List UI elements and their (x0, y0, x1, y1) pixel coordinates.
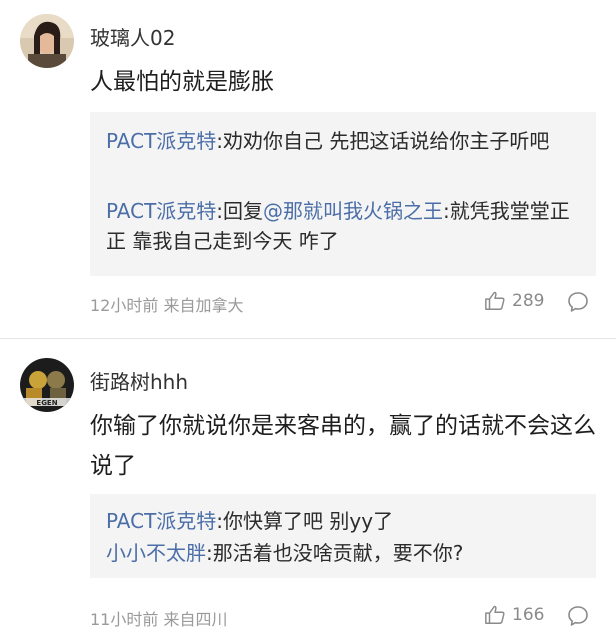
comment-time: 12小时前 (90, 296, 159, 315)
reply-separator: : (206, 541, 213, 565)
avatar[interactable] (20, 14, 74, 68)
speech-bubble-icon (568, 606, 588, 626)
avatar[interactable]: EGEN (20, 358, 74, 412)
like-button[interactable]: 289 (484, 290, 544, 312)
thumbs-up-icon (485, 605, 505, 624)
comment-time: 11小时前 (90, 610, 159, 629)
reply-content: 你快算了吧 别yy了 (223, 509, 394, 533)
username[interactable]: 街路树hhh (90, 366, 188, 395)
comment-item: EGEN 街路树hhh 你输了你就说你是来客串的，赢了的话就不会这么说了 PAC… (0, 338, 616, 640)
comment-meta: 12小时前 来自加拿大 (90, 292, 243, 316)
reply-author[interactable]: 小小不太胖 (106, 541, 206, 565)
reply-item[interactable]: PACT派克特:劝劝你自己 先把这话说给你主子听吧 (106, 126, 582, 156)
reply-button[interactable] (566, 604, 590, 632)
reply-author[interactable]: PACT派克特 (106, 199, 216, 223)
reply-item[interactable]: PACT派克特:回复@那就叫我火锅之王:就凭我堂堂正正 靠我自己走到今天 咋了 (106, 196, 582, 256)
reply-item[interactable]: PACT派克特:你快算了吧 别yy了 (106, 506, 582, 536)
reply-content: 劝劝你自己 先把这话说给你主子听吧 (223, 129, 550, 153)
reply-button[interactable] (566, 290, 590, 318)
reply-content: 那活着也没啥贡献，要不你? (212, 541, 464, 565)
comment-text: 人最怕的就是膨胀 (90, 69, 274, 95)
reply-mention[interactable]: @那就叫我火锅之王 (263, 199, 443, 223)
username[interactable]: 玻璃人02 (90, 22, 175, 51)
comment-text: 你输了你就说你是来客串的，赢了的话就不会这么说了 (90, 413, 596, 479)
reply-author[interactable]: PACT派克特 (106, 509, 216, 533)
user-avatar-photo-icon (20, 14, 74, 68)
comment-meta: 11小时前 来自四川 (90, 606, 227, 630)
reply-box: PACT派克特:你快算了吧 别yy了 小小不太胖:那活着也没啥贡献，要不你? (90, 494, 596, 578)
comment-location: 来自四川 (163, 610, 228, 629)
like-button[interactable]: 166 (484, 604, 544, 626)
user-avatar-artwork-icon: EGEN (20, 358, 74, 412)
thumbs-up-icon (485, 291, 505, 310)
comment-item: 玻璃人02 人最怕的就是膨胀 PACT派克特:劝劝你自己 先把这话说给你主子听吧… (0, 0, 616, 338)
reply-author[interactable]: PACT派克特 (106, 129, 216, 153)
reply-box: PACT派克特:劝劝你自己 先把这话说给你主子听吧 PACT派克特:回复@那就叫… (90, 112, 596, 276)
reply-prefix: 回复 (223, 199, 264, 223)
like-count: 289 (512, 291, 545, 311)
svg-text:EGEN: EGEN (36, 399, 57, 407)
reply-item[interactable]: 小小不太胖:那活着也没啥贡献，要不你? (106, 538, 582, 568)
speech-bubble-icon (568, 292, 588, 312)
like-count: 166 (512, 605, 545, 625)
comment-location: 来自加拿大 (163, 296, 244, 315)
